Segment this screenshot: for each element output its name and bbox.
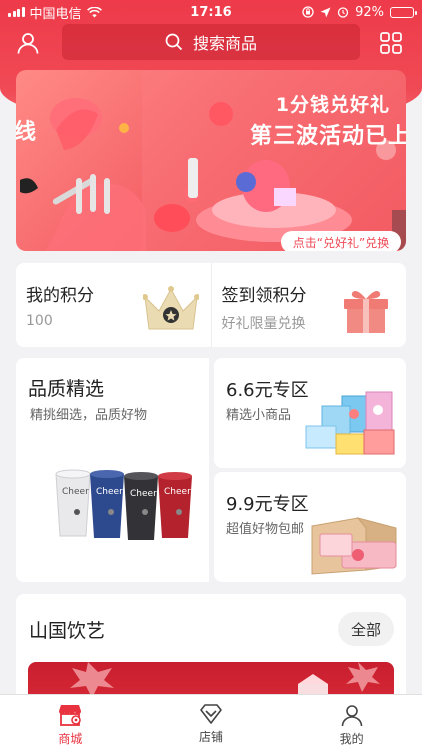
cup-brand-label: Cheer bbox=[96, 487, 123, 497]
tissue-product-image bbox=[311, 517, 397, 575]
my-points-label: 我的积分 bbox=[26, 286, 94, 306]
my-points-value: 100 bbox=[26, 313, 53, 329]
wifi-icon bbox=[86, 6, 102, 17]
tab-label: 我的 bbox=[339, 732, 364, 746]
tab-profile[interactable]: 我的 bbox=[281, 695, 422, 750]
gift-icon bbox=[344, 291, 388, 333]
quality-selection-card[interactable]: 品质精选 精挑细选，品质好物 Cheer Cheer Cheer Cheer bbox=[16, 358, 209, 582]
cup-brand-label: Cheer bbox=[62, 487, 89, 497]
signin-subtitle: 好礼限量兑换 bbox=[221, 316, 306, 332]
carrier-name: 中国电信 bbox=[29, 6, 82, 22]
search-placeholder: 搜索商品 bbox=[192, 34, 257, 53]
signin-label: 签到领积分 bbox=[221, 286, 307, 306]
banner-left-fragment: 线 bbox=[16, 120, 37, 145]
banner-cta-button[interactable]: 点击“兑好礼”兑换 bbox=[281, 231, 401, 251]
crown-icon bbox=[142, 286, 199, 330]
points-card: 我的积分 100 签到领积分 好礼限量兑换 bbox=[16, 263, 406, 347]
location-arrow-icon bbox=[320, 7, 331, 17]
battery-percent: 92% bbox=[355, 4, 384, 20]
profile-icon bbox=[341, 705, 362, 727]
tab-shop[interactable]: 店铺 bbox=[141, 695, 282, 750]
orientation-lock-icon bbox=[302, 6, 314, 18]
zone-subtitle: 精选小商品 bbox=[226, 408, 292, 423]
cup-brand-label: Cheer bbox=[164, 487, 191, 497]
search-input[interactable]: 搜索商品 bbox=[62, 24, 360, 60]
category-grid-icon[interactable] bbox=[376, 28, 406, 58]
quality-subtitle: 精挑细选，品质好物 bbox=[30, 408, 148, 423]
shop-section-title: 山国饮艺 bbox=[29, 620, 106, 642]
tab-mall[interactable]: 商城 bbox=[0, 695, 141, 750]
mall-icon bbox=[59, 705, 82, 726]
zone-subtitle: 超值好物包邮 bbox=[226, 522, 305, 537]
cell-signal-icon bbox=[8, 7, 25, 17]
zone-9-9-card[interactable]: 9.9元专区 超值好物包邮 bbox=[214, 472, 406, 582]
alarm-icon bbox=[337, 7, 349, 18]
view-all-button[interactable]: 全部 bbox=[338, 612, 394, 646]
status-bar: 中国电信 17:16 92% bbox=[0, 0, 422, 24]
banner-title-line2: 第三波活动已上 bbox=[250, 124, 406, 149]
shop-diamond-icon bbox=[200, 704, 222, 724]
promo-banner[interactable]: 线 1分钱兑好礼 第三波活动已上 点击“兑好礼”兑换 bbox=[16, 70, 406, 251]
quality-title: 品质精选 bbox=[28, 378, 105, 400]
cups-product-image: Cheer Cheer Cheer Cheer bbox=[55, 469, 192, 540]
toys-product-image bbox=[305, 391, 395, 455]
tab-label: 商城 bbox=[58, 732, 83, 746]
zone-6-6-card[interactable]: 6.6元专区 精选小商品 bbox=[214, 358, 406, 468]
zone-title: 9.9元专区 bbox=[226, 494, 309, 515]
signin-points-entry[interactable]: 签到领积分 好礼限量兑换 bbox=[210, 263, 407, 347]
search-icon bbox=[165, 33, 183, 51]
tab-label: 店铺 bbox=[199, 730, 224, 744]
top-header: 搜索商品 bbox=[0, 24, 422, 62]
banner-title-line1: 1分钱兑好礼 bbox=[275, 94, 390, 116]
my-points-entry[interactable]: 我的积分 100 bbox=[16, 263, 211, 347]
zone-title: 6.6元专区 bbox=[226, 380, 309, 401]
battery-icon bbox=[390, 6, 417, 18]
bottom-tab-bar: 商城 店铺 我的 bbox=[0, 694, 422, 750]
cup-brand-label: Cheer bbox=[130, 489, 157, 499]
user-icon[interactable] bbox=[13, 28, 43, 58]
